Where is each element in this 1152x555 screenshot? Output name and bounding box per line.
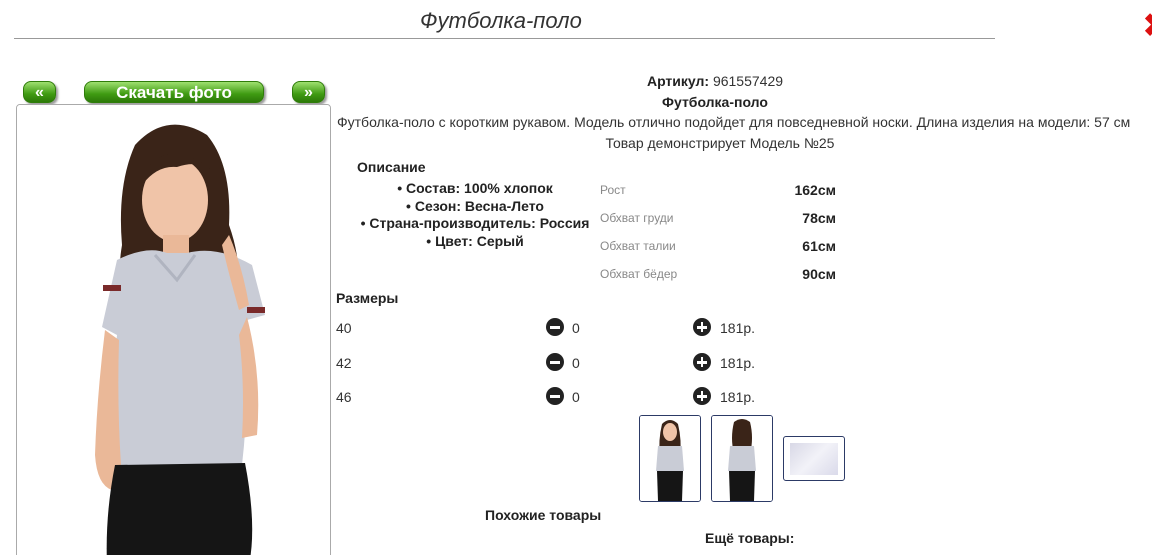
size-value: 42 <box>336 355 352 371</box>
thumbnail-swatch[interactable] <box>783 436 845 481</box>
model-note: Товар демонстрирует Модель №25 <box>605 135 835 151</box>
title-divider <box>14 38 995 39</box>
measurement-value: 61см <box>802 238 836 254</box>
spec-item: Состав: 100% хлопок <box>350 180 600 198</box>
plus-icon[interactable] <box>693 387 711 405</box>
measurement-value: 78см <box>802 210 836 226</box>
prev-photo-button[interactable]: « <box>23 81 56 103</box>
price-value: 181р. <box>720 320 756 336</box>
next-photo-button[interactable]: » <box>292 81 325 103</box>
close-x-icon[interactable]: ✖ <box>1138 10 1152 42</box>
quantity-value: 0 <box>572 355 580 371</box>
size-value: 40 <box>336 320 352 336</box>
article-line: Артикул: 961557429 <box>600 73 830 89</box>
download-photo-button[interactable]: Скачать фото <box>84 81 264 103</box>
similar-products-heading: Похожие товары <box>485 507 602 523</box>
more-products-heading: Ещё товары: <box>705 530 795 546</box>
thumbnail-image <box>640 416 700 501</box>
product-name: Футболка-поло <box>662 94 768 110</box>
page-title: Футболка-поло <box>420 8 582 33</box>
size-row: 40 0 181р. <box>336 318 796 338</box>
description-title: Описание <box>357 159 426 175</box>
plus-icon[interactable] <box>693 353 711 371</box>
measurement-row: Обхват бёдер 90см <box>600 260 840 288</box>
article-label: Артикул: <box>646 73 710 89</box>
quantity-value: 0 <box>572 389 580 405</box>
product-description: Футболка-поло с коротким рукавом. Модель… <box>337 114 1131 130</box>
model-photo-illustration <box>17 105 330 555</box>
measurement-row: Обхват груди 78см <box>600 204 840 232</box>
plus-icon[interactable] <box>693 318 711 336</box>
article-value: 961557429 <box>712 73 784 89</box>
size-row: 46 0 181р. <box>336 387 796 407</box>
measurement-label: Рост <box>600 183 626 197</box>
spec-item: Сезон: Весна-Лето <box>350 198 600 216</box>
product-photo[interactable] <box>16 104 331 555</box>
minus-icon[interactable] <box>546 353 564 371</box>
measurement-label: Обхват талии <box>600 239 676 253</box>
measurement-label: Обхват бёдер <box>600 267 678 281</box>
measurement-row: Обхват талии 61см <box>600 232 840 260</box>
minus-icon[interactable] <box>546 318 564 336</box>
sizes-title: Размеры <box>336 290 399 306</box>
size-value: 46 <box>336 389 352 405</box>
quantity-value: 0 <box>572 320 580 336</box>
price-value: 181р. <box>720 389 756 405</box>
minus-icon[interactable] <box>546 387 564 405</box>
spec-item: Цвет: Серый <box>350 233 600 251</box>
spec-list: Состав: 100% хлопок Сезон: Весна-Лето Ст… <box>350 180 600 250</box>
measurement-label: Обхват груди <box>600 211 674 225</box>
measurement-row: Рост 162см <box>600 176 840 204</box>
fabric-swatch <box>790 443 838 475</box>
measurements-table: Рост 162см Обхват груди 78см Обхват тали… <box>600 176 840 288</box>
measurement-value: 90см <box>802 266 836 282</box>
thumbnail-image <box>712 416 772 501</box>
thumbnail-front[interactable] <box>639 415 701 502</box>
size-row: 42 0 181р. <box>336 353 796 373</box>
measurement-value: 162см <box>794 182 836 198</box>
thumbnail-back[interactable] <box>711 415 773 502</box>
price-value: 181р. <box>720 355 756 371</box>
spec-item: Страна-производитель: Россия <box>350 215 600 233</box>
